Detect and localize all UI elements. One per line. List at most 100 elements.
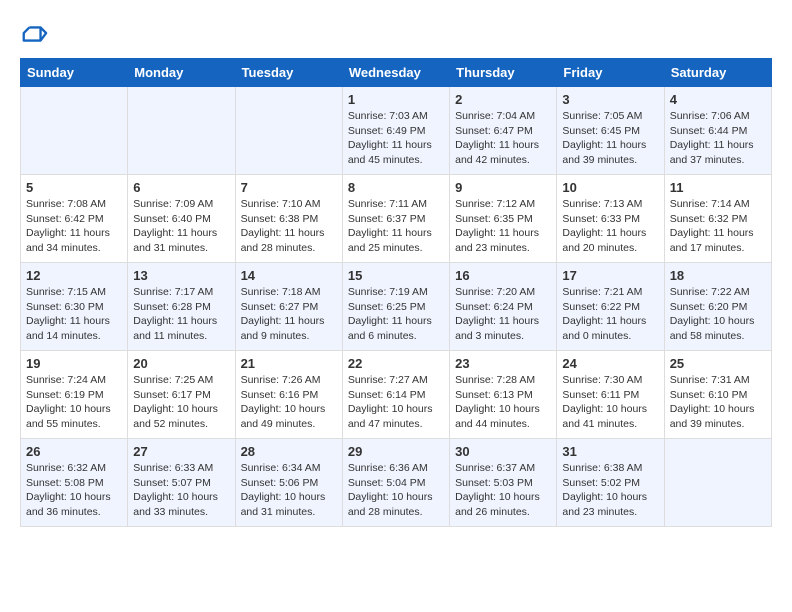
day-number: 20: [133, 356, 229, 371]
day-number: 19: [26, 356, 122, 371]
day-info: Sunrise: 7:20 AM Sunset: 6:24 PM Dayligh…: [455, 285, 551, 344]
day-info: Sunrise: 7:15 AM Sunset: 6:30 PM Dayligh…: [26, 285, 122, 344]
day-number: 22: [348, 356, 444, 371]
calendar-cell: 24 Sunrise: 7:30 AM Sunset: 6:11 PM Dayli…: [557, 351, 664, 439]
day-info: Sunrise: 7:19 AM Sunset: 6:25 PM Dayligh…: [348, 285, 444, 344]
calendar-cell: 21 Sunrise: 7:26 AM Sunset: 6:16 PM Dayli…: [235, 351, 342, 439]
day-number: 12: [26, 268, 122, 283]
day-number: 14: [241, 268, 337, 283]
day-number: 24: [562, 356, 658, 371]
calendar-table: SundayMondayTuesdayWednesdayThursdayFrid…: [20, 58, 772, 527]
day-info: Sunrise: 7:04 AM Sunset: 6:47 PM Dayligh…: [455, 109, 551, 168]
day-info: Sunrise: 7:18 AM Sunset: 6:27 PM Dayligh…: [241, 285, 337, 344]
day-number: 15: [348, 268, 444, 283]
day-number: 1: [348, 92, 444, 107]
day-number: 29: [348, 444, 444, 459]
column-header-friday: Friday: [557, 59, 664, 87]
calendar-cell: [664, 439, 771, 527]
calendar-cell: 7Sunrise: 7:10 AM Sunset: 6:38 PM Daylig…: [235, 175, 342, 263]
day-info: Sunrise: 7:10 AM Sunset: 6:38 PM Dayligh…: [241, 197, 337, 256]
calendar-cell: 12 Sunrise: 7:15 AM Sunset: 6:30 PM Dayli…: [21, 263, 128, 351]
day-info: Sunrise: 7:09 AM Sunset: 6:40 PM Dayligh…: [133, 197, 229, 256]
calendar-cell: 13 Sunrise: 7:17 AM Sunset: 6:28 PM Dayli…: [128, 263, 235, 351]
calendar-week-row: 5 Sunrise: 7:08 AM Sunset: 6:42 PM Daylig…: [21, 175, 772, 263]
column-header-thursday: Thursday: [450, 59, 557, 87]
column-header-sunday: Sunday: [21, 59, 128, 87]
day-number: 18: [670, 268, 766, 283]
calendar-cell: 26Sunrise: 6:32 AM Sunset: 5:08 PM Dayli…: [21, 439, 128, 527]
day-info: Sunrise: 7:21 AM Sunset: 6:22 PM Dayligh…: [562, 285, 658, 344]
day-info: Sunrise: 6:36 AM Sunset: 5:04 PM Dayligh…: [348, 461, 444, 520]
calendar-cell: 25Sunrise: 7:31 AM Sunset: 6:10 PM Dayli…: [664, 351, 771, 439]
calendar-cell: [235, 87, 342, 175]
day-info: Sunrise: 7:26 AM Sunset: 6:16 PM Dayligh…: [241, 373, 337, 432]
day-info: Sunrise: 7:05 AM Sunset: 6:45 PM Dayligh…: [562, 109, 658, 168]
day-info: Sunrise: 7:25 AM Sunset: 6:17 PM Dayligh…: [133, 373, 229, 432]
calendar-cell: 2 Sunrise: 7:04 AM Sunset: 6:47 PM Daylig…: [450, 87, 557, 175]
day-info: Sunrise: 6:32 AM Sunset: 5:08 PM Dayligh…: [26, 461, 122, 520]
calendar-cell: 10Sunrise: 7:13 AM Sunset: 6:33 PM Dayli…: [557, 175, 664, 263]
day-number: 5: [26, 180, 122, 195]
day-number: 30: [455, 444, 551, 459]
calendar-cell: 30 Sunrise: 6:37 AM Sunset: 5:03 PM Dayli…: [450, 439, 557, 527]
calendar-cell: 17 Sunrise: 7:21 AM Sunset: 6:22 PM Dayli…: [557, 263, 664, 351]
day-info: Sunrise: 7:03 AM Sunset: 6:49 PM Dayligh…: [348, 109, 444, 168]
calendar-cell: 4 Sunrise: 7:06 AM Sunset: 6:44 PM Daylig…: [664, 87, 771, 175]
day-info: Sunrise: 7:12 AM Sunset: 6:35 PM Dayligh…: [455, 197, 551, 256]
calendar-cell: 14 Sunrise: 7:18 AM Sunset: 6:27 PM Dayli…: [235, 263, 342, 351]
calendar-cell: 28Sunrise: 6:34 AM Sunset: 5:06 PM Dayli…: [235, 439, 342, 527]
calendar-cell: 23 Sunrise: 7:28 AM Sunset: 6:13 PM Dayli…: [450, 351, 557, 439]
column-header-saturday: Saturday: [664, 59, 771, 87]
column-header-wednesday: Wednesday: [342, 59, 449, 87]
calendar-week-row: 26Sunrise: 6:32 AM Sunset: 5:08 PM Dayli…: [21, 439, 772, 527]
day-info: Sunrise: 7:31 AM Sunset: 6:10 PM Dayligh…: [670, 373, 766, 432]
logo: [20, 20, 52, 48]
column-header-tuesday: Tuesday: [235, 59, 342, 87]
day-info: Sunrise: 7:28 AM Sunset: 6:13 PM Dayligh…: [455, 373, 551, 432]
calendar-cell: 20 Sunrise: 7:25 AM Sunset: 6:17 PM Dayli…: [128, 351, 235, 439]
day-number: 2: [455, 92, 551, 107]
day-number: 21: [241, 356, 337, 371]
day-info: Sunrise: 6:33 AM Sunset: 5:07 PM Dayligh…: [133, 461, 229, 520]
calendar-cell: [128, 87, 235, 175]
calendar-cell: 22 Sunrise: 7:27 AM Sunset: 6:14 PM Dayli…: [342, 351, 449, 439]
day-number: 23: [455, 356, 551, 371]
calendar-header-row: SundayMondayTuesdayWednesdayThursdayFrid…: [21, 59, 772, 87]
day-info: Sunrise: 7:30 AM Sunset: 6:11 PM Dayligh…: [562, 373, 658, 432]
calendar-cell: 9 Sunrise: 7:12 AM Sunset: 6:35 PM Daylig…: [450, 175, 557, 263]
calendar-week-row: 12 Sunrise: 7:15 AM Sunset: 6:30 PM Dayli…: [21, 263, 772, 351]
calendar-cell: [21, 87, 128, 175]
day-number: 11: [670, 180, 766, 195]
day-number: 6: [133, 180, 229, 195]
calendar-cell: 19Sunrise: 7:24 AM Sunset: 6:19 PM Dayli…: [21, 351, 128, 439]
day-info: Sunrise: 7:17 AM Sunset: 6:28 PM Dayligh…: [133, 285, 229, 344]
day-number: 3: [562, 92, 658, 107]
calendar-cell: 16 Sunrise: 7:20 AM Sunset: 6:24 PM Dayli…: [450, 263, 557, 351]
day-number: 4: [670, 92, 766, 107]
calendar-week-row: 1 Sunrise: 7:03 AM Sunset: 6:49 PM Daylig…: [21, 87, 772, 175]
day-info: Sunrise: 7:08 AM Sunset: 6:42 PM Dayligh…: [26, 197, 122, 256]
calendar-cell: 6 Sunrise: 7:09 AM Sunset: 6:40 PM Daylig…: [128, 175, 235, 263]
day-number: 9: [455, 180, 551, 195]
day-info: Sunrise: 7:22 AM Sunset: 6:20 PM Dayligh…: [670, 285, 766, 344]
day-number: 16: [455, 268, 551, 283]
day-number: 31: [562, 444, 658, 459]
day-info: Sunrise: 6:38 AM Sunset: 5:02 PM Dayligh…: [562, 461, 658, 520]
day-info: Sunrise: 7:06 AM Sunset: 6:44 PM Dayligh…: [670, 109, 766, 168]
column-header-monday: Monday: [128, 59, 235, 87]
day-number: 17: [562, 268, 658, 283]
day-info: Sunrise: 7:27 AM Sunset: 6:14 PM Dayligh…: [348, 373, 444, 432]
calendar-cell: 18 Sunrise: 7:22 AM Sunset: 6:20 PM Dayli…: [664, 263, 771, 351]
day-number: 13: [133, 268, 229, 283]
logo-icon: [20, 20, 48, 48]
calendar-cell: 5 Sunrise: 7:08 AM Sunset: 6:42 PM Daylig…: [21, 175, 128, 263]
calendar-week-row: 19Sunrise: 7:24 AM Sunset: 6:19 PM Dayli…: [21, 351, 772, 439]
day-info: Sunrise: 6:37 AM Sunset: 5:03 PM Dayligh…: [455, 461, 551, 520]
day-info: Sunrise: 7:14 AM Sunset: 6:32 PM Dayligh…: [670, 197, 766, 256]
calendar-cell: 29 Sunrise: 6:36 AM Sunset: 5:04 PM Dayli…: [342, 439, 449, 527]
calendar-cell: 1 Sunrise: 7:03 AM Sunset: 6:49 PM Daylig…: [342, 87, 449, 175]
day-info: Sunrise: 7:13 AM Sunset: 6:33 PM Dayligh…: [562, 197, 658, 256]
day-number: 27: [133, 444, 229, 459]
calendar-cell: 15 Sunrise: 7:19 AM Sunset: 6:25 PM Dayli…: [342, 263, 449, 351]
calendar-cell: 8Sunrise: 7:11 AM Sunset: 6:37 PM Daylig…: [342, 175, 449, 263]
